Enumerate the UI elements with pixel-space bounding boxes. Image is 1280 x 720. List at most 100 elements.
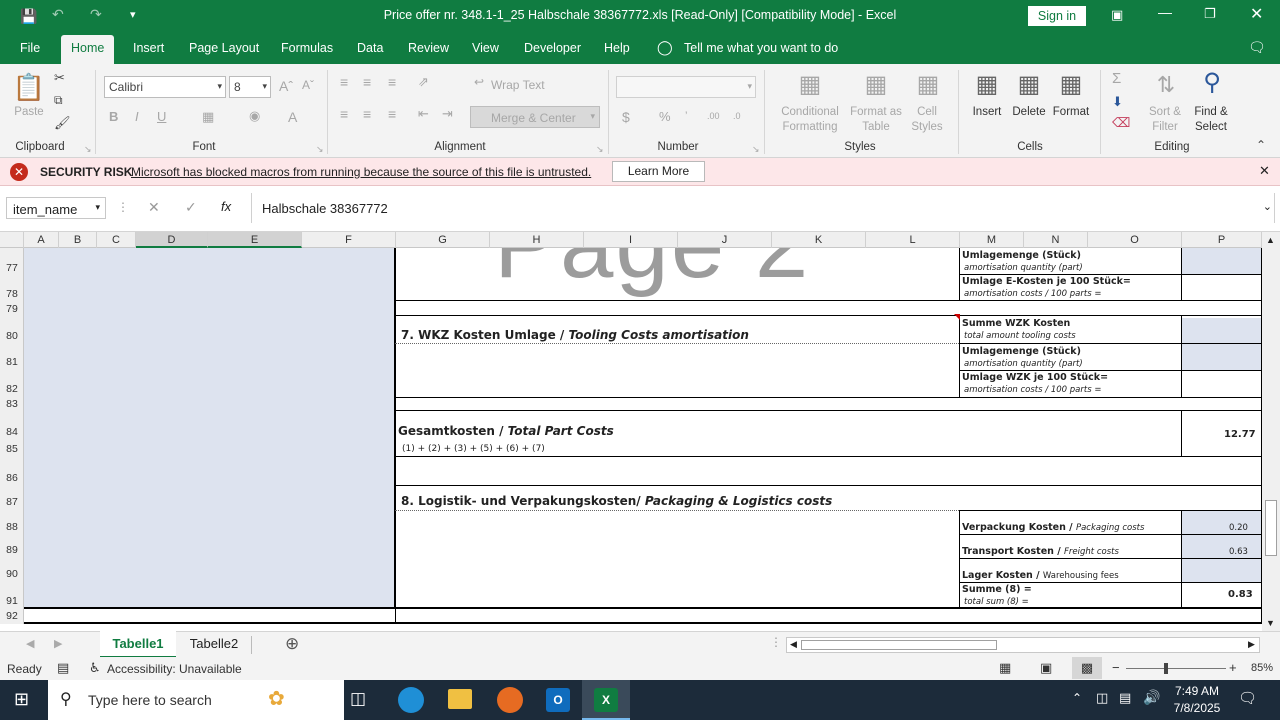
scroll-up-icon[interactable]: ▲ — [1266, 235, 1275, 245]
find-select-icon[interactable]: ⚲ — [1194, 68, 1230, 98]
confirm-entry-icon[interactable]: ✓ — [185, 199, 197, 216]
row-header[interactable]: 90 — [0, 568, 24, 580]
value-cell[interactable] — [1182, 534, 1262, 558]
tab-page-layout[interactable]: Page Layout — [189, 41, 259, 55]
outlook-icon[interactable]: O — [546, 688, 570, 712]
scroll-left-icon[interactable]: ◀ — [790, 639, 797, 650]
middle-align-icon[interactable]: ≡ — [363, 74, 371, 90]
zoom-slider[interactable] — [1126, 668, 1226, 669]
increase-font-icon[interactable]: Aˆ — [279, 78, 293, 94]
fill-icon[interactable]: ⬇ — [1112, 94, 1123, 110]
column-header[interactable]: E — [208, 232, 302, 248]
italic-icon[interactable]: I — [135, 109, 139, 124]
top-align-icon[interactable]: ≡ — [340, 74, 348, 90]
show-hidden-icons-icon[interactable]: ⌃ — [1072, 691, 1082, 705]
sheet-tab-tabelle2[interactable]: Tabelle2 — [178, 636, 250, 651]
clipboard-launcher-icon[interactable]: ↘ — [84, 144, 92, 155]
row-header[interactable]: 89 — [0, 544, 24, 556]
value-cell[interactable] — [1182, 558, 1262, 582]
column-header[interactable]: L — [866, 232, 960, 248]
value-cell[interactable] — [1182, 318, 1262, 370]
autosum-icon[interactable]: Σ — [1112, 70, 1121, 87]
row-header[interactable]: 78 — [0, 288, 24, 300]
sort-filter-icon[interactable]: ⇅ — [1148, 70, 1184, 100]
align-left-icon[interactable]: ≡ — [340, 106, 348, 122]
accessibility-icon[interactable]: ♿ — [89, 660, 101, 676]
horizontal-scroll-thumb[interactable] — [801, 640, 997, 650]
cancel-entry-icon[interactable]: ✕ — [148, 199, 160, 216]
excel-taskbar-button[interactable]: X — [582, 680, 630, 720]
row-header[interactable]: 79 — [0, 303, 24, 315]
comma-style-icon[interactable]: ’ — [685, 110, 687, 122]
cut-icon[interactable]: ✂ — [54, 70, 65, 86]
tab-insert[interactable]: Insert — [133, 41, 164, 55]
wrap-text-icon[interactable]: ↩ — [474, 75, 484, 89]
expand-formula-icon[interactable]: ⌄ — [1263, 200, 1272, 213]
edge-icon[interactable] — [398, 687, 424, 713]
macro-record-icon[interactable]: ▤ — [57, 660, 69, 676]
row-header[interactable]: 83 — [0, 398, 24, 410]
sign-in-button[interactable]: Sign in — [1028, 6, 1086, 26]
delete-cells-button[interactable]: Delete — [1006, 105, 1052, 120]
notifications-icon[interactable]: 🗨 — [1238, 689, 1257, 707]
row-header[interactable]: 91 — [0, 595, 24, 607]
verpackung-value[interactable]: 0.20 — [1229, 523, 1248, 533]
worksheet-grid[interactable]: Page 2 Umlagemenge (Stück) amortisation … — [24, 248, 1262, 624]
find-select-button[interactable]: Find & Select — [1186, 105, 1236, 135]
column-header[interactable]: O — [1088, 232, 1182, 248]
dismiss-bar-icon[interactable]: ✕ — [1259, 163, 1270, 179]
column-header[interactable]: J — [678, 232, 772, 248]
tab-review[interactable]: Review — [408, 41, 449, 55]
format-cells-icon[interactable]: ▦ — [1053, 70, 1089, 100]
delete-cells-icon[interactable]: ▦ — [1011, 70, 1047, 100]
format-as-table-icon[interactable]: ▦ — [858, 70, 894, 100]
task-view-icon[interactable]: ◫ — [350, 689, 366, 709]
page-layout-view-icon[interactable]: ▣ — [1040, 660, 1052, 676]
zoom-slider-thumb[interactable] — [1164, 663, 1168, 674]
borders-icon[interactable]: ▦ — [202, 109, 214, 125]
firefox-icon[interactable] — [497, 687, 523, 713]
font-size-select[interactable]: 8 ▾ — [229, 76, 271, 98]
column-header[interactable]: C — [97, 232, 136, 248]
number-launcher-icon[interactable]: ↘ — [752, 144, 760, 155]
select-all-corner[interactable] — [0, 232, 24, 248]
font-name-select[interactable]: Calibri ▾ — [104, 76, 226, 98]
learn-more-button[interactable]: Learn More — [612, 161, 705, 182]
font-color-icon[interactable]: A — [288, 109, 297, 125]
insert-function-icon[interactable]: fx — [221, 199, 231, 214]
number-format-select[interactable]: ▾ — [616, 76, 756, 98]
security-tray-icon[interactable]: ◫ — [1096, 690, 1108, 706]
row-header[interactable]: 84 — [0, 426, 24, 438]
value-cell[interactable] — [1182, 510, 1262, 534]
column-header[interactable]: I — [584, 232, 678, 248]
scroll-right-icon[interactable]: ▶ — [1248, 639, 1255, 650]
restore-icon[interactable]: ❐ — [1204, 6, 1216, 22]
tab-view[interactable]: View — [472, 41, 499, 55]
column-header[interactable]: A — [24, 232, 59, 248]
zoom-level[interactable]: 85% — [1251, 662, 1273, 674]
paste-icon[interactable]: 📋 — [12, 72, 46, 102]
cell-styles-icon[interactable]: ▦ — [910, 70, 946, 100]
column-header[interactable]: G — [396, 232, 490, 248]
add-sheet-icon[interactable]: ⊕ — [285, 634, 299, 654]
underline-icon[interactable]: U — [157, 109, 166, 124]
zoom-in-icon[interactable]: + — [1229, 660, 1237, 675]
format-cells-button[interactable]: Format — [1048, 105, 1094, 120]
align-right-icon[interactable]: ≡ — [388, 106, 396, 122]
row-header[interactable]: 86 — [0, 472, 24, 484]
tab-data[interactable]: Data — [357, 41, 383, 55]
windows-start-icon[interactable]: ⊞ — [14, 689, 29, 710]
insert-cells-button[interactable]: Insert — [964, 105, 1010, 120]
bottom-align-icon[interactable]: ≡ — [388, 74, 396, 90]
row-header[interactable]: 80 — [0, 330, 24, 342]
percent-icon[interactable]: % — [659, 109, 671, 124]
taskbar-search-box[interactable]: ⚲ Type here to search ✿ — [48, 680, 344, 720]
copy-icon[interactable]: ⧉ — [54, 93, 63, 108]
align-center-icon[interactable]: ≡ — [363, 106, 371, 122]
page-break-view-icon[interactable]: ▩ — [1072, 657, 1102, 679]
collapse-ribbon-icon[interactable]: ⌃ — [1256, 138, 1266, 152]
column-header[interactable]: B — [59, 232, 97, 248]
format-painter-icon[interactable]: 🖌 — [54, 115, 71, 131]
tab-developer[interactable]: Developer — [524, 41, 581, 55]
sheet-tab-tabelle1[interactable]: Tabelle1 — [100, 631, 176, 658]
